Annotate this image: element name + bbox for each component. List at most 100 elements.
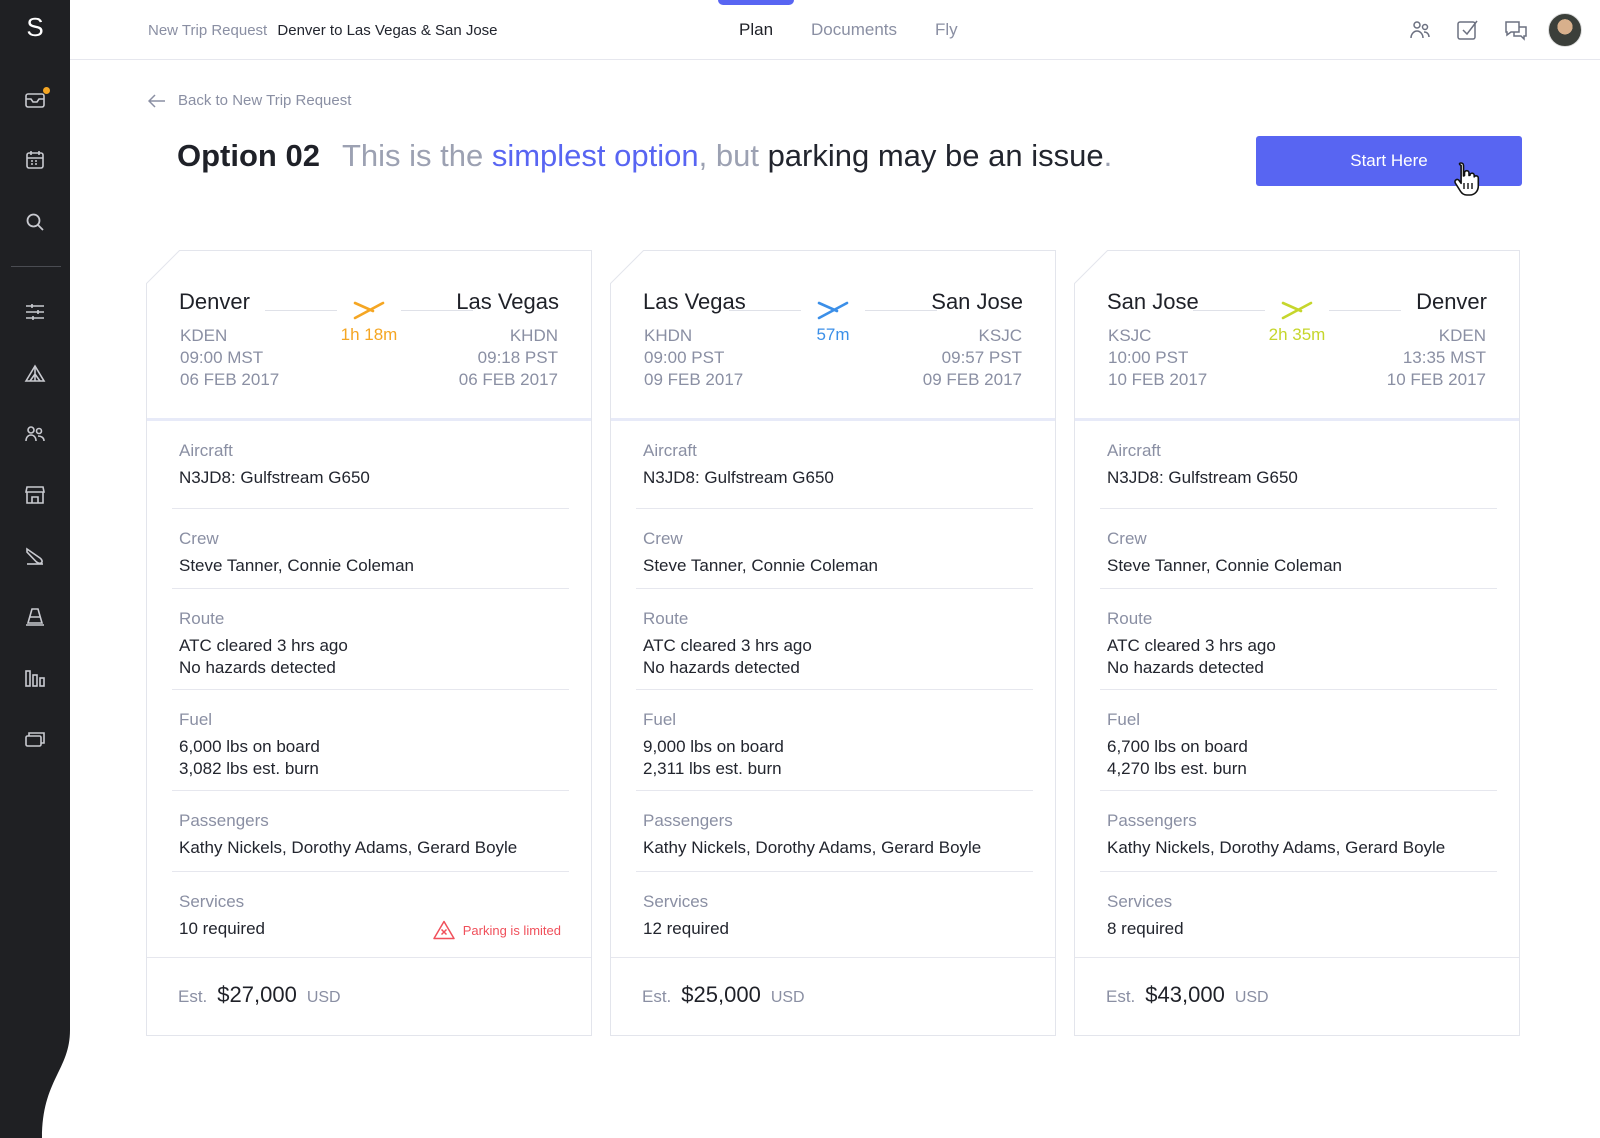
estimate-label: Est. [642,987,672,1006]
passengers-value: Kathy Nickels, Dorothy Adams, Gerard Boy… [179,838,518,857]
services-section: Services 8 required [1100,872,1497,954]
fuel-section: Fuel 9,000 lbs on board 2,311 lbs est. bu… [636,690,1033,791]
breadcrumb: New Trip Request Denver to Las Vegas & S… [148,22,498,39]
fuel-label: Fuel [179,710,213,729]
option-title: Option 02 [177,138,320,173]
fuel-section: Fuel 6,700 lbs on board 4,270 lbs est. bu… [1100,690,1497,791]
fuel-burn: 3,082 lbs est. burn [179,759,319,778]
route-value: ATC cleared 3 hrs ago No hazards detected [179,635,561,679]
flight-header: Las Vegas San Jose 57m KHDN 09:00 PST 09… [611,251,1055,421]
currency-label: USD [306,989,341,1006]
path-line-left [1193,309,1265,311]
services-value: 8 required [1107,919,1184,938]
breadcrumb-title: Denver to Las Vegas & San Jose [277,22,498,39]
inbox-icon[interactable] [20,85,50,115]
passengers-section: Passengers Kathy Nickels, Dorothy Adams,… [1100,791,1497,872]
plane-icon [1265,300,1329,320]
passengers-value: Kathy Nickels, Dorothy Adams, Gerard Boy… [643,838,982,857]
tab-documents[interactable]: Documents [792,0,916,60]
flight-card-3[interactable]: San Jose Denver 2h 35m KSJC 10:00 PST 10… [1074,250,1520,1036]
users-icon[interactable] [20,419,50,449]
tab-plan[interactable]: Plan [717,0,795,60]
origin-code: KHDN [644,326,693,345]
flight-header: Denver Las Vegas 1h 18m KDEN 09:00 MST 0… [147,251,591,421]
tab-bar: Plan Documents Fly [717,0,977,60]
route-status: ATC cleared 3 hrs ago [179,636,348,655]
currency-label: USD [1234,989,1269,1006]
app-logo[interactable]: S [0,12,70,43]
path-line-right [401,309,473,311]
passengers-label: Passengers [1107,811,1197,830]
top-actions [1404,13,1582,47]
origin-time: 09:00 MST [180,348,264,367]
path-line-left [729,309,801,311]
crew-value: Steve Tanner, Connie Coleman [179,556,415,575]
destination-date: 10 FEB 2017 [1386,370,1486,389]
sliders-icon[interactable] [20,297,50,327]
breadcrumb-label[interactable]: New Trip Request [148,22,267,39]
origin-city: San Jose [1107,289,1199,314]
destination-code: KDEN [1438,326,1486,345]
fuel-onboard: 9,000 lbs on board [643,737,784,756]
arrow-left-icon [148,93,165,108]
fuel-label: Fuel [643,710,677,729]
fuel-burn: 2,311 lbs est. burn [643,759,782,778]
cards-icon[interactable] [20,724,50,754]
aircraft-label: Aircraft [643,441,697,460]
aircraft-section: Aircraft N3JD8: Gulfstream G650 [1100,421,1497,509]
start-here-button[interactable]: Start Here [1256,136,1522,186]
avatar[interactable] [1548,13,1582,47]
option-desc-highlight: simplest option [491,138,699,173]
crew-value: Steve Tanner, Connie Coleman [643,556,879,575]
search-icon[interactable] [20,207,50,237]
estimate-label: Est. [178,987,208,1006]
tent-icon[interactable] [20,358,50,388]
route-label: Route [179,609,225,628]
team-icon[interactable] [1404,14,1436,46]
tab-fly[interactable]: Fly [916,0,977,60]
plane-icon[interactable] [20,541,50,571]
price-value: $43,000 [1145,982,1225,1007]
back-link[interactable]: Back to New Trip Request [148,92,351,109]
flight-card-2[interactable]: Las Vegas San Jose 57m KHDN 09:00 PST 09… [610,250,1056,1036]
services-label: Services [179,892,245,911]
top-bar: New Trip Request Denver to Las Vegas & S… [70,0,1600,60]
destination-code: KSJC [978,326,1022,345]
fuel-label: Fuel [1107,710,1141,729]
estimate-label: Est. [1106,987,1136,1006]
crew-label: Crew [179,529,219,548]
cone-icon[interactable] [20,602,50,632]
origin-date: 10 FEB 2017 [1108,370,1208,389]
store-icon[interactable] [20,480,50,510]
crew-section: Crew Steve Tanner, Connie Coleman [1100,509,1497,589]
flight-card-1[interactable]: Denver Las Vegas 1h 18m KDEN 09:00 MST 0… [146,250,592,1036]
destination-city: Denver [1416,289,1487,314]
price-footer: Est. $27,000 USD [147,957,591,1035]
calendar-icon[interactable] [20,145,50,175]
option-desc-strong: parking may be an issue [767,138,1104,173]
plane-icon [801,300,865,320]
origin-info: KSJC 10:00 PST 10 FEB 2017 [1108,325,1207,391]
passengers-value: Kathy Nickels, Dorothy Adams, Gerard Boy… [1107,838,1446,857]
services-section: Services 12 required [636,872,1033,954]
route-value: ATC cleared 3 hrs ago No hazards detected [643,635,1025,679]
option-desc-part2: , but [698,138,768,173]
services-value: 12 required [643,919,730,938]
sidebar: S [0,0,70,1138]
check-icon[interactable] [1452,14,1484,46]
parking-warning-text: Parking is limited [462,922,561,938]
route-label: Route [643,609,689,628]
back-link-label: Back to New Trip Request [178,92,352,109]
path-line-right [865,309,937,311]
chat-icon[interactable] [1500,14,1532,46]
route-status: ATC cleared 3 hrs ago [643,636,812,655]
route-section: Route ATC cleared 3 hrs ago No hazards de… [172,589,569,690]
services-label: Services [643,892,709,911]
parking-warning[interactable]: Parking is limited [432,920,561,940]
crew-label: Crew [643,529,683,548]
sidebar-divider [11,266,61,267]
destination-info: KHDN 09:18 PST 06 FEB 2017 [459,325,558,391]
aircraft-value: N3JD8: Gulfstream G650 [1107,468,1298,487]
origin-code: KDEN [180,326,228,345]
bars-icon[interactable] [20,663,50,693]
